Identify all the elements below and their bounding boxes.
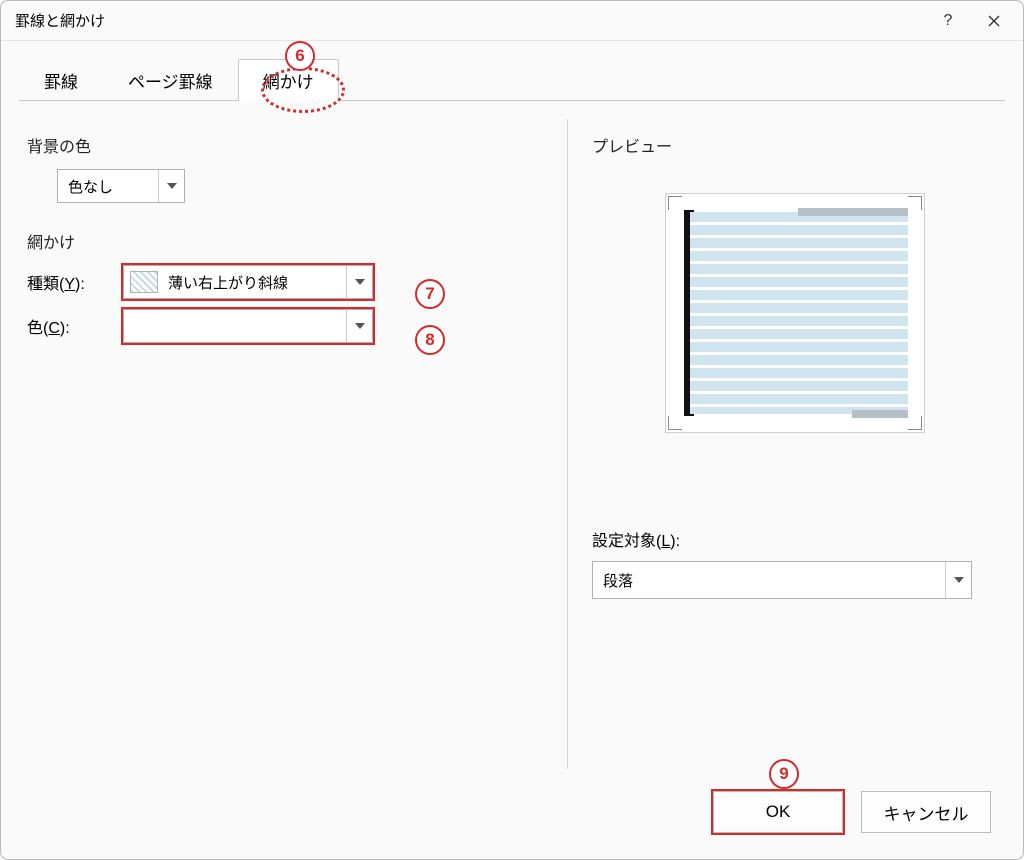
ok-button[interactable]: OK	[713, 791, 843, 833]
button-label: OK	[766, 802, 791, 822]
chevron-down-icon	[158, 170, 184, 202]
apply-to-dropdown[interactable]: 段落	[592, 561, 972, 599]
tab-page-borders[interactable]: ページ罫線	[103, 59, 238, 101]
close-button[interactable]	[971, 6, 1017, 36]
crop-mark-icon	[908, 416, 922, 430]
pattern-color-dropdown[interactable]	[123, 309, 373, 343]
apply-to-label: 設定対象(L):	[592, 527, 997, 551]
content-area: 背景の色 色なし 網かけ 種類(Y): 薄い右上がり斜線	[1, 101, 1023, 773]
preview-text-line	[798, 208, 908, 216]
diagonal-pattern-icon	[130, 271, 158, 293]
close-icon	[988, 15, 1000, 27]
chevron-down-icon	[346, 266, 372, 298]
button-label: キャンセル	[884, 800, 969, 825]
shading-section-title: 網かけ	[27, 229, 563, 253]
tab-label: 罫線	[44, 73, 78, 92]
preview-box	[665, 193, 925, 433]
chevron-down-icon	[945, 562, 971, 598]
annotation-callout-7: 7	[415, 279, 445, 309]
help-button[interactable]: ?	[925, 6, 971, 36]
chevron-down-icon	[346, 310, 372, 342]
annotation-callout-6: 6	[285, 41, 315, 71]
tab-label: ページ罫線	[128, 73, 213, 92]
annotation-callout-8: 8	[415, 325, 445, 355]
tab-row: 罫線 ページ罫線 網かけ	[1, 41, 1023, 101]
crop-mark-icon	[668, 416, 682, 430]
cancel-button[interactable]: キャンセル	[861, 791, 991, 833]
crop-mark-icon	[908, 196, 922, 210]
annotation-dotted-circle	[261, 67, 345, 113]
dialog-title: 罫線と網かけ	[15, 10, 925, 31]
bg-section-title: 背景の色	[27, 133, 563, 157]
tab-borders[interactable]: 罫線	[19, 59, 103, 101]
pattern-color-label: 色(C):	[27, 314, 123, 338]
button-row: OK キャンセル	[1, 773, 1023, 859]
annotation-callout-9: 9	[769, 759, 799, 789]
right-column: プレビュー 設定対象(L): 段落	[567, 119, 997, 769]
pattern-type-label: 種類(Y):	[27, 270, 123, 294]
pattern-type-dropdown[interactable]: 薄い右上がり斜線	[123, 265, 373, 299]
bg-color-value: 色なし	[58, 176, 158, 197]
left-column: 背景の色 色なし 網かけ 種類(Y): 薄い右上がり斜線	[27, 119, 563, 769]
titlebar: 罫線と網かけ ?	[1, 1, 1023, 41]
pattern-type-value: 薄い右上がり斜線	[158, 272, 346, 293]
borders-shading-dialog: 罫線と網かけ ? 罫線 ページ罫線 網かけ 背景の色 色なし 網かけ 種類(Y)…	[0, 0, 1024, 860]
preview-shading	[690, 212, 908, 414]
preview-text-line	[852, 410, 908, 418]
apply-to-value: 段落	[593, 570, 945, 591]
crop-mark-icon	[668, 196, 682, 210]
preview-section-title: プレビュー	[592, 133, 997, 157]
bg-color-dropdown[interactable]: 色なし	[57, 169, 185, 203]
